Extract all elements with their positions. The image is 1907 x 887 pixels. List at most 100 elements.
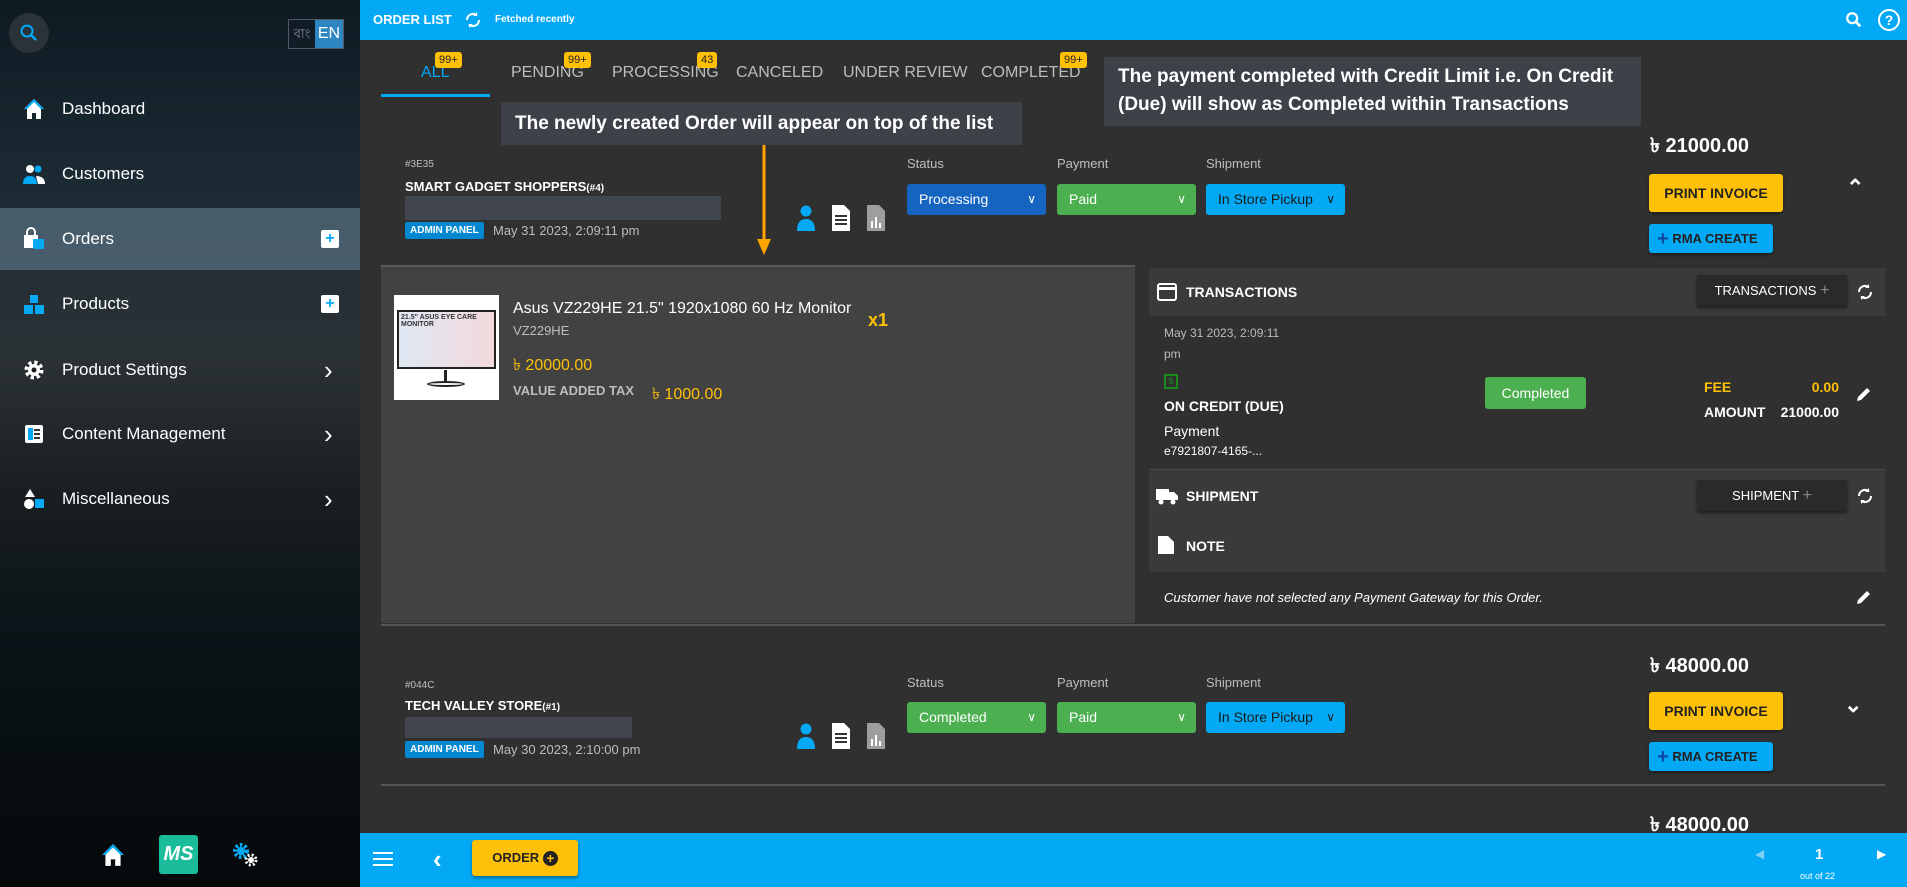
search-button[interactable] <box>9 13 49 53</box>
sidebar-item-products[interactable]: Products + <box>0 273 360 335</box>
collapse-chevron-up-icon[interactable]: ⌃ <box>1846 175 1864 201</box>
refresh-icon[interactable] <box>463 10 483 30</box>
order-date: May 31 2023, 2:09:11 pm <box>493 223 640 238</box>
order-side-panel: TRANSACTIONS TRANSACTIONS + May 31 2023,… <box>1149 268 1885 623</box>
sidebar-item-miscellaneous[interactable]: Miscellaneous › <box>0 468 360 530</box>
customer-icon[interactable] <box>796 205 816 231</box>
product-price: ৳ 20000.00 <box>513 357 593 374</box>
shipment-select[interactable]: In Store Pickup ∨ <box>1206 184 1345 215</box>
tab-under-review[interactable]: UNDER REVIEW <box>843 64 967 82</box>
add-circle-icon: + <box>542 851 558 867</box>
chevron-right-icon: › <box>324 483 333 514</box>
payment-label: Payment <box>1057 156 1109 171</box>
sidebar-item-product-settings[interactable]: Product Settings › <box>0 339 360 401</box>
status-label: Status <box>907 156 944 171</box>
payment-method: ON CREDIT (DUE) <box>1164 398 1284 414</box>
tab-count-badge: 99+ <box>1060 52 1087 68</box>
fee-value: 0.00 <box>1811 379 1839 395</box>
print-invoice-button[interactable]: PRINT INVOICE <box>1649 692 1783 730</box>
transactions-header: TRANSACTIONS TRANSACTIONS + <box>1149 268 1885 316</box>
plus-icon: + <box>1820 282 1830 299</box>
amount-value: 21000.00 <box>1780 404 1839 420</box>
sidebar-item-label: Content Management <box>62 424 226 443</box>
status-select[interactable]: Processing ∨ <box>907 184 1046 215</box>
print-invoice-button[interactable]: PRINT INVOICE <box>1649 174 1783 212</box>
sidebar-item-dashboard[interactable]: Dashboard <box>0 78 360 140</box>
lang-en[interactable]: EN <box>315 20 343 48</box>
edit-pencil-icon[interactable] <box>1855 588 1873 606</box>
add-product-icon[interactable]: + <box>321 295 339 313</box>
sidebar-item-label: Products <box>62 294 130 313</box>
prev-page-icon[interactable]: ◀ <box>1755 847 1764 861</box>
sidebar-item-label: Product Settings <box>62 360 187 379</box>
product-name[interactable]: Asus VZ229HE 21.5" 1920x1080 60 Hz Monit… <box>513 300 851 318</box>
transaction-ref: e7921807-4165-... <box>1164 444 1263 458</box>
annotation-credit-payment: The payment completed with Credit Limit … <box>1104 57 1641 126</box>
payment-select[interactable]: Paid ∨ <box>1057 702 1196 733</box>
report-chart-icon[interactable] <box>867 723 885 749</box>
customer-name[interactable]: SMART GADGET SHOPPERS(#4) <box>405 179 604 194</box>
next-page-icon[interactable]: ▶ <box>1877 847 1886 861</box>
customer-icon[interactable] <box>796 723 816 749</box>
bottom-bar: ‹ ORDER + ◀ 1 out of 22 ▶ <box>360 833 1907 887</box>
report-chart-icon[interactable] <box>867 205 885 231</box>
fee-label: FEE <box>1704 379 1732 395</box>
sidebar-item-content-management[interactable]: Content Management › <box>0 403 360 465</box>
page-number: 1 <box>1815 846 1824 863</box>
sidebar-item-customers[interactable]: Customers <box>0 143 360 205</box>
help-icon[interactable]: ? <box>1878 9 1900 31</box>
shopping-bag-icon <box>24 227 44 249</box>
back-chevron-icon[interactable]: ‹ <box>433 844 442 875</box>
transaction-type: Payment <box>1164 423 1220 439</box>
status-select[interactable]: Completed ∨ <box>907 702 1046 733</box>
add-transaction-button[interactable]: TRANSACTIONS + <box>1697 275 1847 306</box>
page-title: ORDER LIST <box>373 12 452 27</box>
amount-label: AMOUNT <box>1704 404 1766 420</box>
edit-pencil-icon[interactable] <box>1855 385 1873 403</box>
search-icon <box>20 24 37 41</box>
menu-icon[interactable] <box>373 850 393 868</box>
refresh-icon[interactable] <box>1855 486 1875 506</box>
cash-icon: $ <box>1164 374 1178 389</box>
add-order-icon[interactable]: + <box>321 230 339 248</box>
tab-count-badge: 99+ <box>435 52 462 68</box>
gear-icon <box>24 360 44 380</box>
shipment-label: Shipment <box>1206 675 1261 690</box>
search-icon[interactable] <box>1845 11 1863 29</box>
rma-create-button[interactable]: + RMA CREATE <box>1649 224 1773 253</box>
shipment-select[interactable]: In Store Pickup ∨ <box>1206 702 1345 733</box>
users-icon <box>23 165 45 184</box>
home-icon <box>24 99 44 119</box>
top-bar: ORDER LIST Fetched recently ? <box>360 0 1907 40</box>
home-icon[interactable] <box>100 842 126 868</box>
transaction-item[interactable]: May 31 2023, 2:09:11 pm $ ON CREDIT (DUE… <box>1149 316 1885 469</box>
chevron-down-icon: ∨ <box>1326 710 1335 724</box>
chevron-down-icon: ∨ <box>1177 192 1186 206</box>
source-badge: ADMIN PANEL <box>405 741 484 758</box>
order-total: ৳ 48000.00 <box>1650 655 1749 677</box>
lang-bn[interactable]: বাং <box>289 20 315 48</box>
boxes-icon <box>24 295 44 314</box>
sidebar-item-orders[interactable]: Orders + <box>0 208 360 270</box>
language-toggle[interactable]: বাং EN <box>288 19 344 49</box>
sidebar: বাং EN Dashboard Customers Orders + Prod… <box>0 0 360 887</box>
settings-gears-icon[interactable] <box>232 842 260 868</box>
ms-logo[interactable]: MS <box>159 835 198 874</box>
vat-label: VALUE ADDED TAX <box>513 383 635 398</box>
chevron-down-icon: ∨ <box>1326 192 1335 206</box>
shipment-section: SHIPMENT SHIPMENT + NOTE <box>1149 469 1885 572</box>
invoice-document-icon[interactable] <box>832 205 850 231</box>
chevron-right-icon: › <box>324 418 333 449</box>
refresh-icon[interactable] <box>1855 282 1875 302</box>
add-shipment-button[interactable]: SHIPMENT + <box>1697 480 1847 511</box>
rma-create-button[interactable]: + RMA CREATE <box>1649 742 1773 771</box>
expand-chevron-down-icon[interactable]: ⌄ <box>1844 692 1862 718</box>
tab-canceled[interactable]: CANCELED <box>736 64 823 82</box>
order-id: #3E35 <box>405 159 434 170</box>
annotation-arrow <box>757 145 771 255</box>
customer-name[interactable]: TECH VALLEY STORE(#1) <box>405 698 560 713</box>
sidebar-item-label: Dashboard <box>62 99 146 118</box>
new-order-button[interactable]: ORDER + <box>472 840 578 876</box>
invoice-document-icon[interactable] <box>832 723 850 749</box>
payment-select[interactable]: Paid ∨ <box>1057 184 1196 215</box>
